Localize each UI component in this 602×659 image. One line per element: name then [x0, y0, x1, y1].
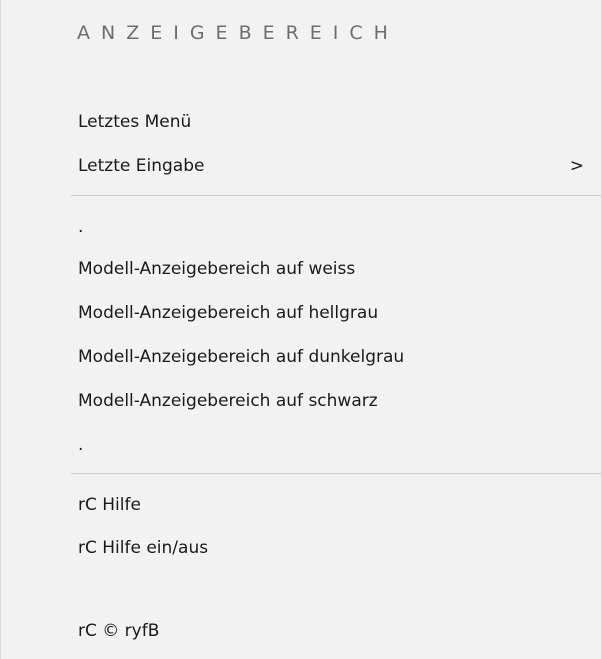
menu-item-label: Modell-Anzeigebereich auf dunkelgrau: [78, 347, 405, 367]
menu-item-anzeige-weiss[interactable]: Modell-Anzeigebereich auf weiss: [2, 249, 600, 289]
menu-separator: [71, 195, 601, 196]
menu-item-anzeige-schwarz[interactable]: Modell-Anzeigebereich auf schwarz: [2, 381, 600, 421]
menu-item-rc-copyright[interactable]: rC © ryfB: [2, 611, 600, 651]
menu-header: ANZEIGEBEREICH: [77, 22, 399, 44]
menu-item-dot-2[interactable]: .: [2, 425, 600, 465]
menu-item-label: rC Hilfe ein/aus: [78, 538, 209, 558]
menu-item-label: Modell-Anzeigebereich auf hellgrau: [78, 303, 379, 323]
menu-item-label: Letztes Menü: [78, 112, 192, 132]
context-menu: ANZEIGEBEREICH Letztes Menü Letzte Einga…: [0, 0, 602, 659]
menu-item-label: rC © ryfB: [78, 621, 160, 641]
menu-item-rc-hilfe[interactable]: rC Hilfe: [2, 485, 600, 525]
menu-separator: [71, 473, 601, 474]
menu-item-label: Modell-Anzeigebereich auf schwarz: [78, 391, 378, 411]
menu-item-letzte-eingabe[interactable]: Letzte Eingabe >: [2, 146, 600, 186]
menu-item-anzeige-dunkelgrau[interactable]: Modell-Anzeigebereich auf dunkelgrau: [2, 337, 600, 377]
chevron-right-icon: >: [569, 156, 584, 176]
menu-item-label: rC Hilfe: [78, 495, 141, 515]
menu-item-anzeige-hellgrau[interactable]: Modell-Anzeigebereich auf hellgrau: [2, 293, 600, 333]
menu-item-label: Letzte Eingabe: [78, 156, 205, 176]
menu-item-label: .: [78, 435, 84, 455]
menu-item-rc-hilfe-toggle[interactable]: rC Hilfe ein/aus: [2, 528, 600, 568]
menu-item-dot-1[interactable]: .: [2, 207, 600, 247]
menu-item-label: Modell-Anzeigebereich auf weiss: [78, 259, 356, 279]
menu-item-letztes-menue[interactable]: Letztes Menü: [2, 102, 600, 142]
menu-item-label: .: [78, 217, 84, 237]
